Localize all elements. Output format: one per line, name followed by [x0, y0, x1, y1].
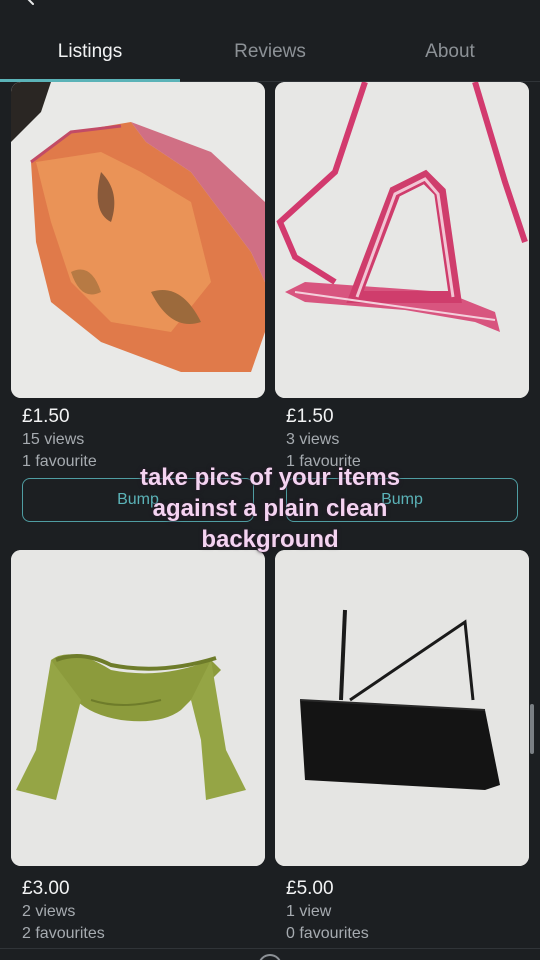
- listing-views: 3 views: [286, 431, 340, 448]
- pink-halter-top-image: [275, 82, 529, 398]
- tab-about[interactable]: About: [360, 22, 540, 81]
- scrollbar-thumb[interactable]: [530, 704, 534, 754]
- listing-photo-orange-top[interactable]: [11, 82, 265, 398]
- listing-price: £3.00: [22, 878, 70, 899]
- listing-photo-striped-halter[interactable]: [275, 82, 529, 398]
- green-offshoulder-top-image: [11, 550, 265, 866]
- top-bar: [0, 0, 540, 22]
- back-arrow-icon[interactable]: [26, 0, 44, 6]
- profile-tabs: Listings Reviews About: [0, 22, 540, 82]
- listing-views: 15 views: [22, 431, 85, 448]
- bump-button[interactable]: Bump: [286, 478, 518, 522]
- listing-favourites: 1 favourite: [286, 453, 361, 470]
- listing-favourites: 2 favourites: [22, 925, 105, 942]
- listing-favourites: 0 favourites: [286, 925, 369, 942]
- bump-button[interactable]: Bump: [22, 478, 254, 522]
- listing-views: 1 view: [286, 903, 332, 920]
- listing-favourites: 1 favourite: [22, 453, 97, 470]
- listing-price: £1.50: [286, 406, 334, 427]
- listing-photo-black-bandeau[interactable]: [275, 550, 529, 866]
- tab-listings[interactable]: Listings: [0, 22, 180, 82]
- black-bandeau-top-image: [275, 550, 529, 866]
- bottom-divider: [0, 948, 540, 949]
- home-indicator-icon: [258, 954, 282, 960]
- listing-price: £1.50: [22, 406, 70, 427]
- listing-price: £5.00: [286, 878, 334, 899]
- listings-screen: Listings Reviews About £1.50 15 views 1 …: [0, 0, 540, 960]
- orange-floral-top-image: [11, 82, 265, 398]
- tab-reviews[interactable]: Reviews: [180, 22, 360, 81]
- listing-photo-green-top[interactable]: [11, 550, 265, 866]
- listing-views: 2 views: [22, 903, 76, 920]
